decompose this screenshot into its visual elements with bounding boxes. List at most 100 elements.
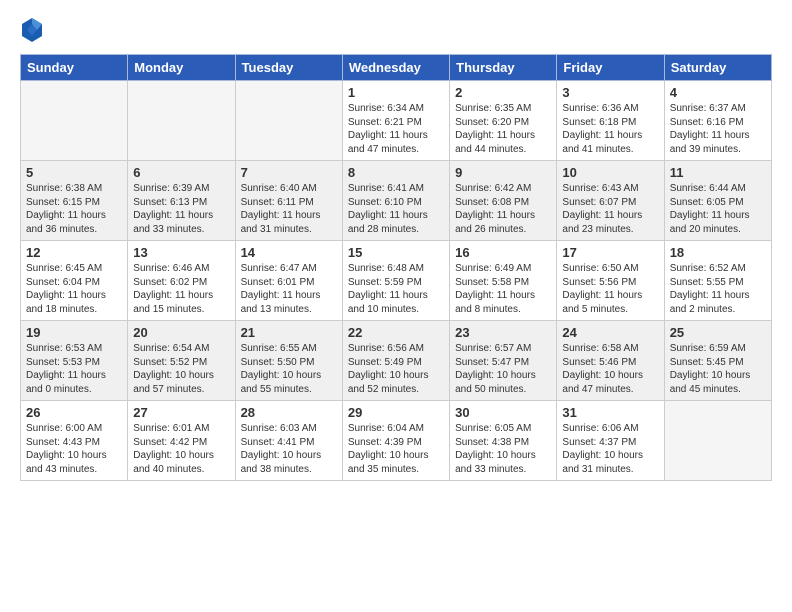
day-number: 30 <box>455 405 551 420</box>
day-info: Sunrise: 6:46 AM Sunset: 6:02 PM Dayligh… <box>133 262 229 316</box>
day-number: 12 <box>26 245 122 260</box>
calendar-week-row: 19 Sunrise: 6:53 AM Sunset: 5:53 PM Dayli… <box>21 321 772 401</box>
calendar-cell: 1Sunrise: 6:34 AM Sunset: 6:21 PM Daylig… <box>342 81 449 161</box>
day-info: Sunrise: 6:59 AM Sunset: 5:45 PM Dayligh… <box>670 342 766 396</box>
page-header <box>20 16 772 44</box>
day-number: 24 <box>562 325 658 340</box>
calendar-week-row: 26 Sunrise: 6:00 AM Sunset: 4:43 PM Dayli… <box>21 401 772 481</box>
calendar-cell: 18 Sunrise: 6:52 AM Sunset: 5:55 PM Dayli… <box>664 241 771 321</box>
day-info: Sunrise: 6:49 AM Sunset: 5:58 PM Dayligh… <box>455 262 551 316</box>
day-info: Sunrise: 6:05 AM Sunset: 4:38 PM Dayligh… <box>455 422 551 476</box>
day-info: Sunrise: 6:43 AM Sunset: 6:07 PM Dayligh… <box>562 182 658 236</box>
weekday-header-sunday: Sunday <box>21 55 128 81</box>
day-number: 13 <box>133 245 229 260</box>
calendar-cell: 20Sunrise: 6:54 AM Sunset: 5:52 PM Dayli… <box>128 321 235 401</box>
calendar-cell: 27Sunrise: 6:01 AM Sunset: 4:42 PM Dayli… <box>128 401 235 481</box>
day-info: Sunrise: 6:04 AM Sunset: 4:39 PM Dayligh… <box>348 422 444 476</box>
day-number: 27 <box>133 405 229 420</box>
calendar-cell: 7 Sunrise: 6:40 AM Sunset: 6:11 PM Daylig… <box>235 161 342 241</box>
day-info: Sunrise: 6:52 AM Sunset: 5:55 PM Dayligh… <box>670 262 766 316</box>
calendar-cell: 12 Sunrise: 6:45 AM Sunset: 6:04 PM Dayli… <box>21 241 128 321</box>
weekday-header-wednesday: Wednesday <box>342 55 449 81</box>
day-info: Sunrise: 6:41 AM Sunset: 6:10 PM Dayligh… <box>348 182 444 236</box>
day-info: Sunrise: 6:54 AM Sunset: 5:52 PM Dayligh… <box>133 342 229 396</box>
day-number: 7 <box>241 165 337 180</box>
calendar-cell: 16 Sunrise: 6:49 AM Sunset: 5:58 PM Dayli… <box>450 241 557 321</box>
day-info: Sunrise: 6:36 AM Sunset: 6:18 PM Dayligh… <box>562 102 658 156</box>
calendar-cell: 17Sunrise: 6:50 AM Sunset: 5:56 PM Dayli… <box>557 241 664 321</box>
calendar-cell <box>664 401 771 481</box>
calendar-cell: 19 Sunrise: 6:53 AM Sunset: 5:53 PM Dayli… <box>21 321 128 401</box>
day-number: 15 <box>348 245 444 260</box>
day-info: Sunrise: 6:47 AM Sunset: 6:01 PM Dayligh… <box>241 262 337 316</box>
day-info: Sunrise: 6:42 AM Sunset: 6:08 PM Dayligh… <box>455 182 551 236</box>
calendar-cell: 14 Sunrise: 6:47 AM Sunset: 6:01 PM Dayli… <box>235 241 342 321</box>
calendar-cell: 26 Sunrise: 6:00 AM Sunset: 4:43 PM Dayli… <box>21 401 128 481</box>
calendar-week-row: 12 Sunrise: 6:45 AM Sunset: 6:04 PM Dayli… <box>21 241 772 321</box>
day-number: 5 <box>26 165 122 180</box>
day-number: 26 <box>26 405 122 420</box>
calendar-cell: 2 Sunrise: 6:35 AM Sunset: 6:20 PM Daylig… <box>450 81 557 161</box>
day-number: 18 <box>670 245 766 260</box>
day-info: Sunrise: 6:58 AM Sunset: 5:46 PM Dayligh… <box>562 342 658 396</box>
day-number: 11 <box>670 165 766 180</box>
calendar-cell: 21Sunrise: 6:55 AM Sunset: 5:50 PM Dayli… <box>235 321 342 401</box>
calendar-cell: 13 Sunrise: 6:46 AM Sunset: 6:02 PM Dayli… <box>128 241 235 321</box>
day-info: Sunrise: 6:40 AM Sunset: 6:11 PM Dayligh… <box>241 182 337 236</box>
calendar-cell: 22 Sunrise: 6:56 AM Sunset: 5:49 PM Dayli… <box>342 321 449 401</box>
day-info: Sunrise: 6:45 AM Sunset: 6:04 PM Dayligh… <box>26 262 122 316</box>
weekday-header-monday: Monday <box>128 55 235 81</box>
day-number: 25 <box>670 325 766 340</box>
day-number: 8 <box>348 165 444 180</box>
calendar-cell: 30 Sunrise: 6:05 AM Sunset: 4:38 PM Dayli… <box>450 401 557 481</box>
weekday-header-thursday: Thursday <box>450 55 557 81</box>
calendar-cell: 24 Sunrise: 6:58 AM Sunset: 5:46 PM Dayli… <box>557 321 664 401</box>
day-info: Sunrise: 6:57 AM Sunset: 5:47 PM Dayligh… <box>455 342 551 396</box>
calendar-cell: 4 Sunrise: 6:37 AM Sunset: 6:16 PM Daylig… <box>664 81 771 161</box>
day-number: 14 <box>241 245 337 260</box>
day-info: Sunrise: 6:03 AM Sunset: 4:41 PM Dayligh… <box>241 422 337 476</box>
calendar-cell: 28Sunrise: 6:03 AM Sunset: 4:41 PM Dayli… <box>235 401 342 481</box>
day-info: Sunrise: 6:50 AM Sunset: 5:56 PM Dayligh… <box>562 262 658 316</box>
calendar-cell: 29 Sunrise: 6:04 AM Sunset: 4:39 PM Dayli… <box>342 401 449 481</box>
day-number: 6 <box>133 165 229 180</box>
day-number: 19 <box>26 325 122 340</box>
calendar-cell <box>128 81 235 161</box>
day-number: 4 <box>670 85 766 100</box>
page-container: SundayMondayTuesdayWednesdayThursdayFrid… <box>0 0 792 612</box>
calendar-week-row: 1Sunrise: 6:34 AM Sunset: 6:21 PM Daylig… <box>21 81 772 161</box>
calendar-cell: 3 Sunrise: 6:36 AM Sunset: 6:18 PM Daylig… <box>557 81 664 161</box>
day-number: 29 <box>348 405 444 420</box>
day-number: 22 <box>348 325 444 340</box>
logo <box>20 16 46 44</box>
calendar-cell: 31 Sunrise: 6:06 AM Sunset: 4:37 PM Dayli… <box>557 401 664 481</box>
day-info: Sunrise: 6:38 AM Sunset: 6:15 PM Dayligh… <box>26 182 122 236</box>
day-info: Sunrise: 6:35 AM Sunset: 6:20 PM Dayligh… <box>455 102 551 156</box>
day-number: 23 <box>455 325 551 340</box>
weekday-header-saturday: Saturday <box>664 55 771 81</box>
day-info: Sunrise: 6:06 AM Sunset: 4:37 PM Dayligh… <box>562 422 658 476</box>
logo-icon <box>20 16 44 44</box>
calendar-cell: 11 Sunrise: 6:44 AM Sunset: 6:05 PM Dayli… <box>664 161 771 241</box>
day-info: Sunrise: 6:34 AM Sunset: 6:21 PM Dayligh… <box>348 102 444 156</box>
day-number: 31 <box>562 405 658 420</box>
day-number: 9 <box>455 165 551 180</box>
day-info: Sunrise: 6:39 AM Sunset: 6:13 PM Dayligh… <box>133 182 229 236</box>
calendar-cell: 5 Sunrise: 6:38 AM Sunset: 6:15 PM Daylig… <box>21 161 128 241</box>
calendar-cell: 6 Sunrise: 6:39 AM Sunset: 6:13 PM Daylig… <box>128 161 235 241</box>
day-info: Sunrise: 6:56 AM Sunset: 5:49 PM Dayligh… <box>348 342 444 396</box>
calendar-cell: 15Sunrise: 6:48 AM Sunset: 5:59 PM Dayli… <box>342 241 449 321</box>
day-info: Sunrise: 6:37 AM Sunset: 6:16 PM Dayligh… <box>670 102 766 156</box>
day-info: Sunrise: 6:00 AM Sunset: 4:43 PM Dayligh… <box>26 422 122 476</box>
calendar-cell: 10Sunrise: 6:43 AM Sunset: 6:07 PM Dayli… <box>557 161 664 241</box>
calendar-cell: 8 Sunrise: 6:41 AM Sunset: 6:10 PM Daylig… <box>342 161 449 241</box>
day-info: Sunrise: 6:44 AM Sunset: 6:05 PM Dayligh… <box>670 182 766 236</box>
day-number: 21 <box>241 325 337 340</box>
day-number: 16 <box>455 245 551 260</box>
day-number: 3 <box>562 85 658 100</box>
calendar-cell <box>235 81 342 161</box>
weekday-header-row: SundayMondayTuesdayWednesdayThursdayFrid… <box>21 55 772 81</box>
day-number: 2 <box>455 85 551 100</box>
day-info: Sunrise: 6:53 AM Sunset: 5:53 PM Dayligh… <box>26 342 122 396</box>
calendar-cell: 25 Sunrise: 6:59 AM Sunset: 5:45 PM Dayli… <box>664 321 771 401</box>
